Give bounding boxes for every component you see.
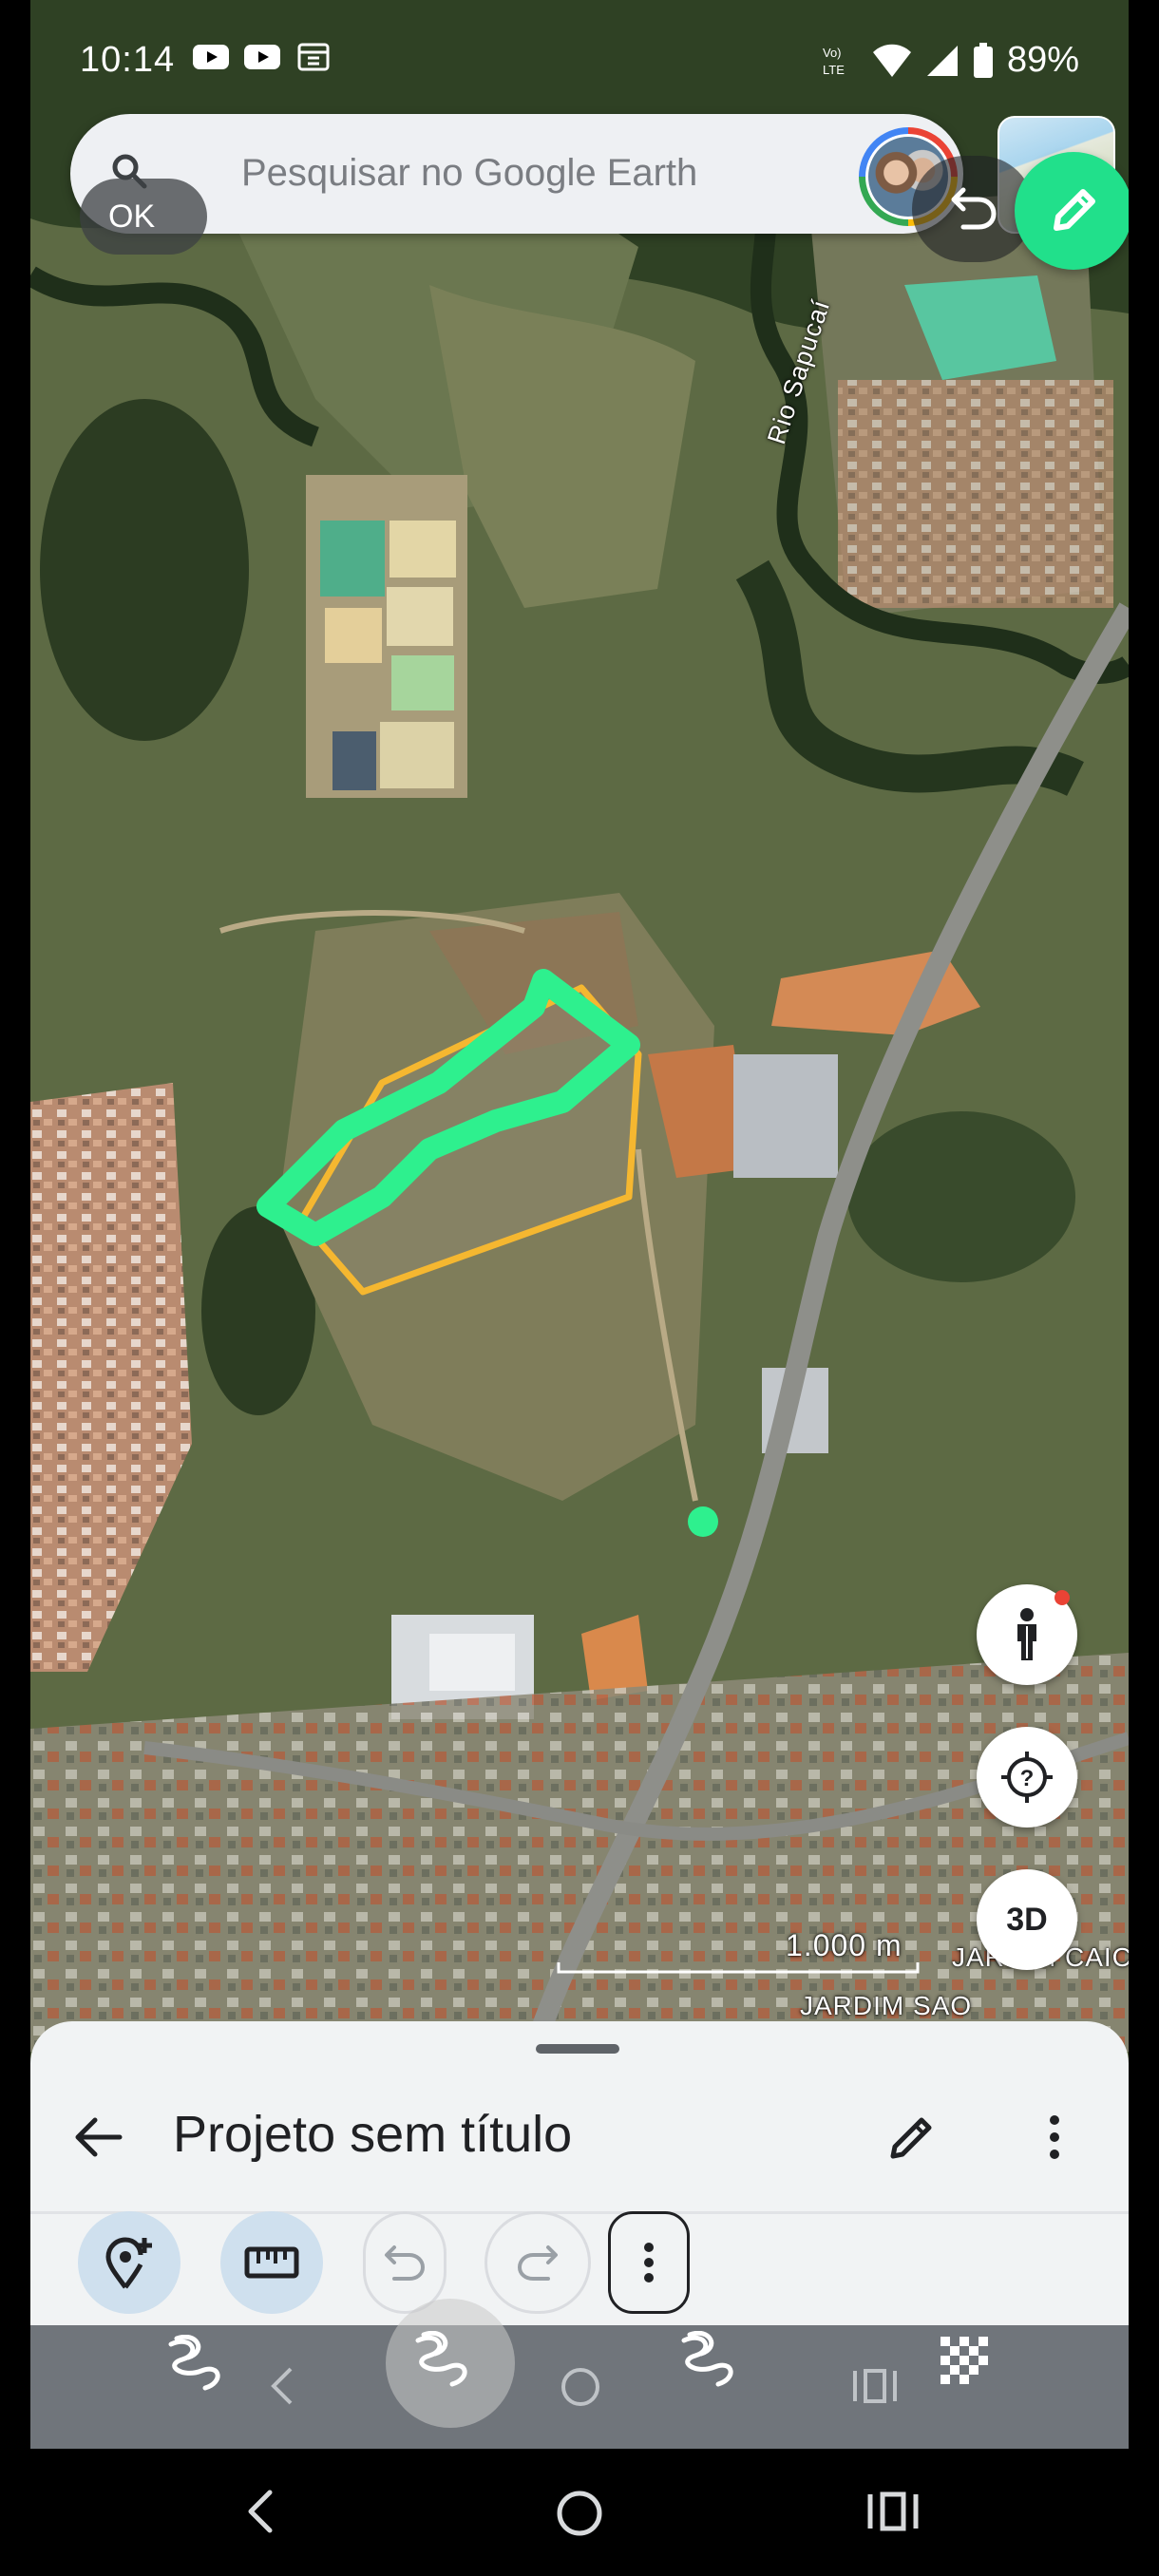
battery-icon: [973, 42, 993, 78]
volte-icon: Vo) LTE: [823, 46, 845, 77]
signal-icon: [926, 45, 958, 76]
scale-label: 1.000 m: [786, 1928, 902, 1962]
edit-title-icon[interactable]: [885, 2111, 939, 2164]
back-arrow-icon[interactable]: [72, 2111, 125, 2164]
ok-button[interactable]: OK: [80, 179, 207, 255]
svg-text:LTE: LTE: [823, 63, 845, 77]
my-location-icon: ?: [1001, 1752, 1053, 1803]
undo-button[interactable]: [363, 2211, 446, 2314]
pencil-icon: [1054, 189, 1095, 231]
more-vert-icon[interactable]: [1043, 2111, 1066, 2164]
nav-home-icon[interactable]: [553, 2487, 606, 2540]
nav-back-icon[interactable]: [241, 2487, 279, 2536]
squiggle-icon[interactable]: [410, 2331, 481, 2392]
checkerboard-icon[interactable]: [933, 2333, 998, 2390]
system-indicators: Vo) LTE 89%: [821, 40, 1079, 81]
redo-icon: [517, 2245, 558, 2281]
drawing-point[interactable]: [688, 1506, 718, 1537]
svg-text:Vo): Vo): [823, 46, 842, 60]
toggle-3d-button[interactable]: 3D: [977, 1869, 1077, 1970]
place-label: JARDIM SAO: [800, 1991, 973, 2020]
redo-button[interactable]: [484, 2211, 591, 2314]
system-nav-bar: [0, 2449, 1159, 2576]
undo-icon: [385, 2245, 426, 2281]
more-vert-icon: [644, 2243, 654, 2282]
undo-icon: [951, 187, 997, 230]
status-bar: 10:14 Vo) LTE 89%: [30, 0, 1129, 114]
squiggle-icon[interactable]: [163, 2335, 234, 2396]
add-place-icon: [105, 2237, 152, 2289]
more-tools-button[interactable]: [608, 2211, 690, 2314]
clock: 10:14: [80, 40, 176, 80]
edit-drawing-button[interactable]: [1015, 152, 1129, 270]
measure-button[interactable]: [220, 2211, 323, 2314]
satellite-map[interactable]: [30, 0, 1129, 2052]
notification-icons: [192, 43, 332, 71]
sheet-drag-handle[interactable]: [536, 2044, 619, 2054]
nav-recents-icon[interactable]: [866, 2487, 920, 2536]
battery-percent: 89%: [1006, 40, 1079, 80]
wifi-icon: [872, 44, 911, 77]
search-input[interactable]: Pesquisar no Google Earth: [241, 152, 697, 195]
app-screen: 10:14 Vo) LTE 89% Pesquisar no Google Ear…: [30, 0, 1129, 2449]
overlay-back-icon[interactable]: [266, 2365, 298, 2407]
pegman-icon: [1017, 1608, 1036, 1660]
street-view-button[interactable]: [977, 1584, 1077, 1685]
sheet-divider: [30, 2211, 1129, 2214]
project-title: Projeto sem título: [173, 2106, 573, 2163]
calendar-icon: [297, 43, 330, 71]
youtube-icon: [244, 45, 280, 69]
notification-dot: [1054, 1590, 1070, 1605]
ruler-icon: [244, 2246, 299, 2279]
overlay-recents-icon[interactable]: [851, 2365, 899, 2407]
squiggle-icon[interactable]: [676, 2331, 747, 2392]
my-location-button[interactable]: ?: [977, 1727, 1077, 1828]
svg-text:?: ?: [1020, 1766, 1035, 1791]
youtube-icon: [193, 45, 229, 69]
overlay-home-icon[interactable]: [559, 2365, 602, 2409]
add-place-button[interactable]: [78, 2211, 180, 2314]
